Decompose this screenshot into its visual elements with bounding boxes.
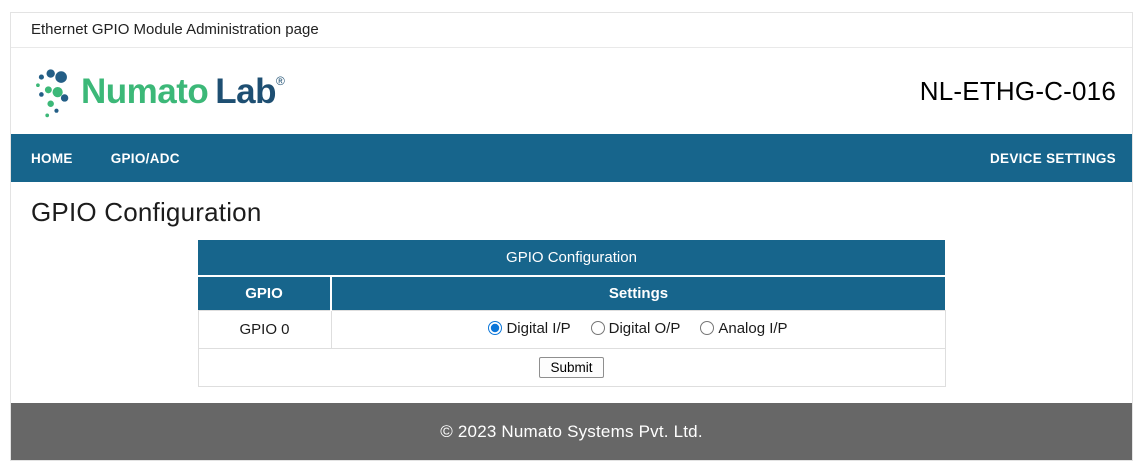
radio-label: Digital I/P [506, 319, 571, 337]
logo-word-lab: Lab [215, 71, 277, 111]
digital-ip-radio[interactable] [488, 321, 503, 336]
submit-row: Submit [197, 348, 946, 387]
radio-label: Analog I/P [718, 319, 788, 337]
logo-word-numato: Numato [81, 71, 209, 111]
table-title: GPIO Configuration [198, 240, 945, 277]
main-navigation: HOME GPIO/ADC DEVICE SETTINGS [11, 134, 1132, 182]
footer: © 2023 Numato Systems Pvt. Ltd. [11, 403, 1132, 460]
page-frame: Ethernet GPIO Module Administration page [10, 12, 1133, 461]
column-header-gpio: GPIO [198, 276, 332, 311]
radio-option-digital-ip[interactable]: Digital I/P [488, 319, 571, 337]
column-header-settings: Settings [331, 276, 945, 311]
logo-dots-icon [31, 62, 75, 120]
analog-ip-radio[interactable] [700, 321, 715, 336]
settings-cell: Digital I/P Digital O/P Analog I/P [330, 310, 946, 349]
radio-label: Digital O/P [608, 319, 681, 337]
submit-cell: Submit [197, 348, 946, 387]
device-model-number: NL-ETHG-C-016 [919, 75, 1116, 106]
gpio-configuration-table: GPIO Configuration GPIO Settings GPIO 0 … [197, 240, 946, 387]
nav-item-device-settings[interactable]: DEVICE SETTINGS [990, 151, 1116, 166]
submit-button[interactable]: Submit [539, 357, 604, 378]
main-content: GPIO Configuration GPIO Configuration GP… [11, 182, 1132, 403]
radio-option-analog-ip[interactable]: Analog I/P [700, 319, 788, 337]
page-title: GPIO Configuration [31, 197, 262, 227]
nav-item-home[interactable]: HOME [31, 151, 73, 166]
nav-item-gpio-adc[interactable]: GPIO/ADC [111, 151, 180, 166]
admin-page-title: Ethernet GPIO Module Administration page [11, 13, 1132, 48]
header: Numato Lab® NL-ETHG-C-016 [11, 48, 1132, 134]
gpio0-mode-radio-group: Digital I/P Digital O/P Analog I/P [478, 320, 797, 337]
numato-lab-logo: Numato Lab® [31, 62, 285, 120]
logo-wordmark: Numato Lab® [81, 71, 285, 111]
radio-option-digital-op[interactable]: Digital O/P [590, 319, 681, 337]
table-row: GPIO 0 Digital I/P Digital O/P Analog I/… [197, 310, 946, 349]
registered-trademark-symbol: ® [276, 73, 285, 88]
gpio-cell: GPIO 0 [197, 310, 332, 349]
digital-op-radio[interactable] [590, 321, 605, 336]
